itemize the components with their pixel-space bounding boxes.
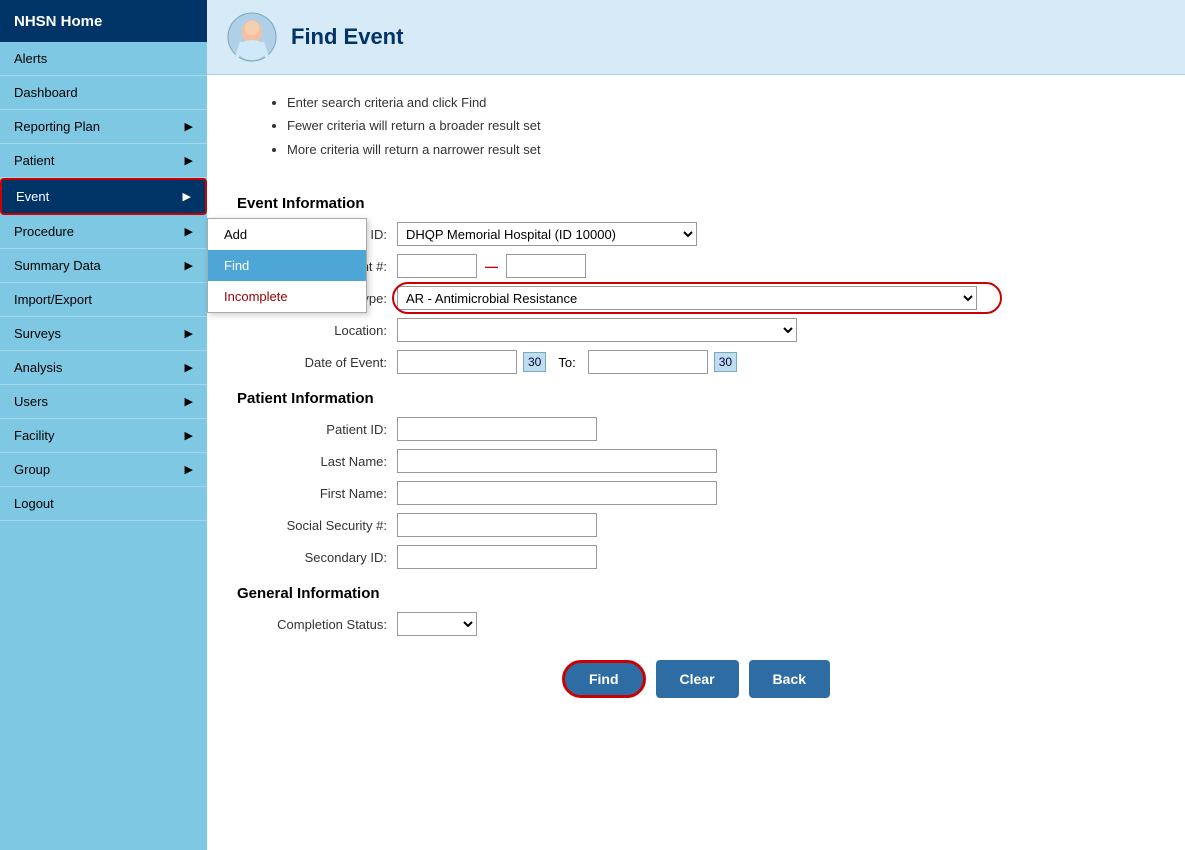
event-num-input-2[interactable]	[506, 254, 586, 278]
secondary-id-input[interactable]	[397, 545, 597, 569]
instruction-3: More criteria will return a narrower res…	[287, 138, 1161, 161]
chevron-right-icon: ▶	[185, 327, 193, 340]
instruction-2: Fewer criteria will return a broader res…	[287, 114, 1161, 137]
sidebar-item-event[interactable]: Event ▶	[0, 178, 207, 215]
sidebar-item-label: Import/Export	[14, 292, 92, 307]
calendar-to-button[interactable]: 30	[714, 352, 737, 372]
event-num-inputs: —	[397, 254, 586, 278]
sidebar-item-label: Surveys	[14, 326, 61, 341]
sidebar-item-facility[interactable]: Facility ▶	[0, 419, 207, 453]
ssn-input[interactable]	[397, 513, 597, 537]
sidebar-item-alerts[interactable]: Alerts	[0, 42, 207, 76]
facility-id-row: Facility ID: DHQP Memorial Hospital (ID …	[237, 222, 1155, 246]
sidebar-item-analysis[interactable]: Analysis ▶	[0, 351, 207, 385]
chevron-right-icon: ▶	[185, 395, 193, 408]
event-num-input-1[interactable]	[397, 254, 477, 278]
first-name-row: First Name:	[237, 481, 1155, 505]
event-num-row: Event #: —	[237, 254, 1155, 278]
facility-id-select[interactable]: DHQP Memorial Hospital (ID 10000)	[397, 222, 697, 246]
event-num-dash: —	[481, 259, 502, 274]
instruction-1: Enter search criteria and click Find	[287, 91, 1161, 114]
event-section-title: Event Information	[237, 195, 1155, 212]
dropdown-add[interactable]: Add	[208, 219, 366, 250]
location-row: Location:	[237, 318, 1155, 342]
ssn-label: Social Security #:	[237, 518, 397, 533]
date-to-input[interactable]	[588, 350, 708, 374]
sidebar-item-reporting-plan[interactable]: Reporting Plan ▶	[0, 110, 207, 144]
patient-id-row: Patient ID:	[237, 417, 1155, 441]
sidebar-item-label: Summary Data	[14, 258, 101, 273]
last-name-row: Last Name:	[237, 449, 1155, 473]
dropdown-incomplete[interactable]: Incomplete	[208, 281, 366, 312]
patient-section-title: Patient Information	[237, 390, 1155, 407]
ssn-row: Social Security #:	[237, 513, 1155, 537]
sidebar: NHSN Home Alerts Dashboard Reporting Pla…	[0, 0, 207, 850]
instructions: Enter search criteria and click Find Few…	[207, 75, 1185, 169]
secondary-id-label: Secondary ID:	[237, 550, 397, 565]
sidebar-item-label: Facility	[14, 428, 54, 443]
event-type-select[interactable]: AR - Antimicrobial Resistance BSI - Bloo…	[397, 286, 977, 310]
header-icon	[227, 12, 277, 62]
first-name-label: First Name:	[237, 486, 397, 501]
chevron-right-icon: ▶	[185, 154, 193, 167]
page-header: Find Event	[207, 0, 1185, 75]
event-type-row: Event Type: AR - Antimicrobial Resistanc…	[237, 286, 1155, 310]
button-row: Find Clear Back	[237, 660, 1155, 718]
date-from-input[interactable]	[397, 350, 517, 374]
event-dropdown-menu: Add Find Incomplete	[207, 218, 367, 313]
date-label: Date of Event:	[237, 355, 397, 370]
sidebar-header: NHSN Home	[0, 0, 207, 42]
chevron-right-icon: ▶	[185, 259, 193, 272]
clear-button[interactable]: Clear	[656, 660, 739, 698]
location-label: Location:	[237, 323, 397, 338]
sidebar-title: NHSN Home	[14, 13, 102, 30]
dropdown-find[interactable]: Find	[208, 250, 366, 281]
completion-status-label: Completion Status:	[237, 617, 397, 632]
chevron-right-icon: ▶	[185, 361, 193, 374]
sidebar-item-label: Event	[16, 189, 49, 204]
patient-id-label: Patient ID:	[237, 422, 397, 437]
sidebar-item-logout[interactable]: Logout	[0, 487, 207, 521]
chevron-right-icon: ▶	[185, 225, 193, 238]
chevron-right-icon: ▶	[183, 190, 191, 203]
sidebar-item-label: Dashboard	[14, 85, 78, 100]
first-name-input[interactable]	[397, 481, 717, 505]
calendar-from-button[interactable]: 30	[523, 352, 546, 372]
chevron-right-icon: ▶	[185, 429, 193, 442]
completion-status-select[interactable]: Complete Incomplete	[397, 612, 477, 636]
main-content: Find Event Enter search criteria and cli…	[207, 0, 1185, 850]
sidebar-item-label: Analysis	[14, 360, 62, 375]
sidebar-item-group[interactable]: Group ▶	[0, 453, 207, 487]
sidebar-item-label: Users	[14, 394, 48, 409]
sidebar-item-label: Patient	[14, 153, 54, 168]
date-inputs: 30 To: 30	[397, 350, 737, 374]
date-row: Date of Event: 30 To: 30	[237, 350, 1155, 374]
back-button[interactable]: Back	[749, 660, 830, 698]
sidebar-item-import-export[interactable]: Import/Export	[0, 283, 207, 317]
date-to-label: To:	[552, 355, 581, 370]
location-select[interactable]	[397, 318, 797, 342]
sidebar-item-label: Procedure	[14, 224, 74, 239]
sidebar-item-procedure[interactable]: Procedure ▶	[0, 215, 207, 249]
last-name-input[interactable]	[397, 449, 717, 473]
secondary-id-row: Secondary ID:	[237, 545, 1155, 569]
general-section-title: General Information	[237, 585, 1155, 602]
sidebar-item-dashboard[interactable]: Dashboard	[0, 76, 207, 110]
page-title: Find Event	[291, 24, 403, 50]
sidebar-item-label: Logout	[14, 496, 54, 511]
sidebar-item-label: Alerts	[14, 51, 47, 66]
sidebar-item-label: Reporting Plan	[14, 119, 100, 134]
completion-status-row: Completion Status: Complete Incomplete	[237, 612, 1155, 636]
find-button[interactable]: Find	[562, 660, 646, 698]
sidebar-item-patient[interactable]: Patient ▶	[0, 144, 207, 178]
last-name-label: Last Name:	[237, 454, 397, 469]
sidebar-item-summary-data[interactable]: Summary Data ▶	[0, 249, 207, 283]
sidebar-item-surveys[interactable]: Surveys ▶	[0, 317, 207, 351]
patient-id-input[interactable]	[397, 417, 597, 441]
chevron-right-icon: ▶	[185, 463, 193, 476]
sidebar-item-label: Group	[14, 462, 50, 477]
sidebar-item-users[interactable]: Users ▶	[0, 385, 207, 419]
chevron-right-icon: ▶	[185, 120, 193, 133]
